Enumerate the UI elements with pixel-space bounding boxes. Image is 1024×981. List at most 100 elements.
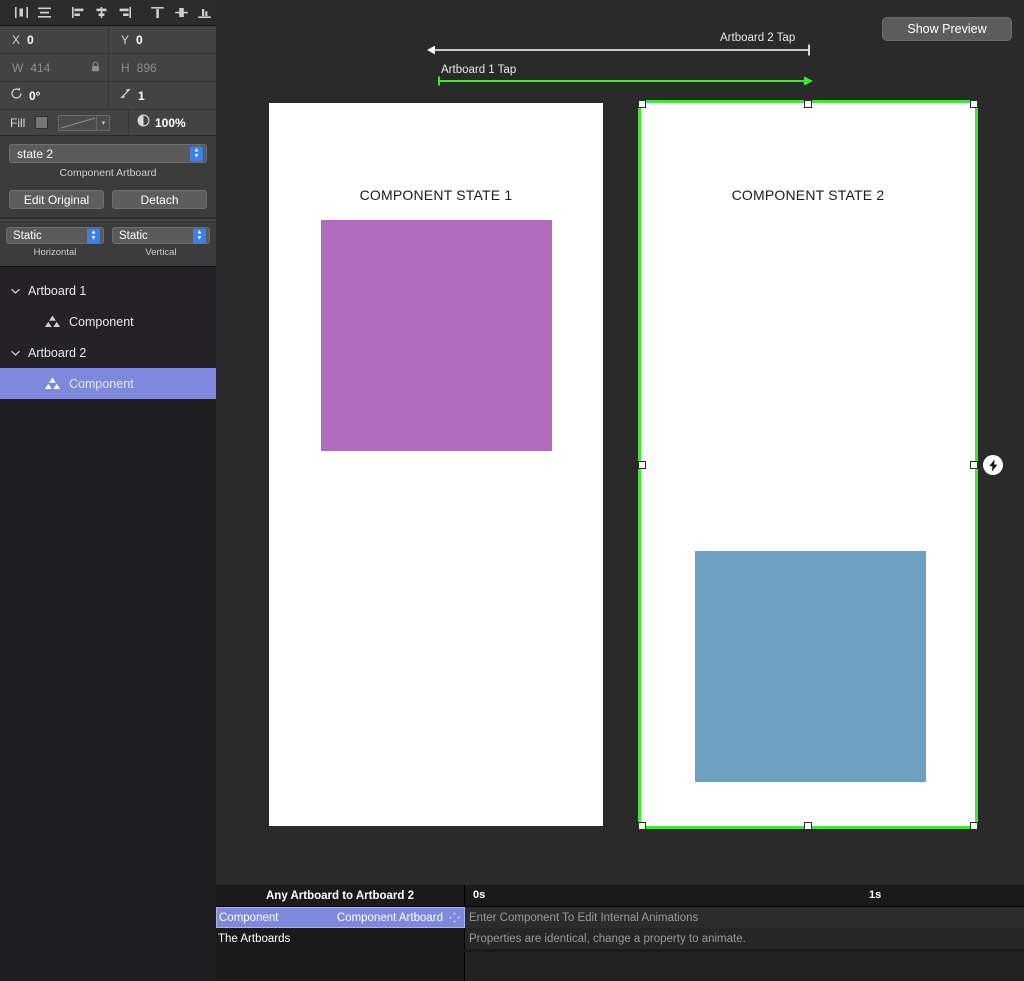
vertical-constraint-value: Static: [119, 229, 148, 242]
align-right-icon[interactable]: [113, 2, 136, 24]
corner-radius-value: 1: [138, 88, 145, 103]
opacity-control[interactable]: 100%: [128, 110, 216, 135]
layer-label-component-1: Component: [69, 314, 134, 329]
align-center-horizontal-icon[interactable]: [90, 2, 113, 24]
y-field[interactable]: Y 0: [108, 26, 216, 53]
resize-handle-middle-left[interactable]: [638, 461, 646, 469]
component-state-dropdown[interactable]: state 2 ▲ ▼: [9, 144, 207, 163]
artboard-2-canvas[interactable]: COMPONENT STATE 2: [641, 103, 975, 826]
timeline-row-artboards-message-area: Properties are identical, change a prope…: [465, 928, 1024, 949]
time-tick-end: 1s: [869, 889, 882, 901]
x-value: 0: [27, 32, 34, 47]
resize-handle-top-left[interactable]: [638, 100, 646, 108]
transition-title: Any Artboard to Artboard 2: [216, 885, 465, 906]
distribute-vertically-icon[interactable]: [33, 2, 56, 24]
resize-handle-bottom-center[interactable]: [804, 822, 812, 830]
rotation-value: 0°: [29, 88, 41, 103]
chevron-down-icon-artboard-1[interactable]: [10, 287, 28, 295]
horizontal-constraint-dropdown[interactable]: Static ▲ ▼: [6, 227, 104, 244]
chevron-down-icon: ▾: [96, 115, 109, 130]
layer-row-artboard-2[interactable]: Artboard 2: [0, 337, 216, 368]
stepper-icon-horizontal[interactable]: ▲ ▼: [87, 228, 100, 243]
fill-row: Fill ▾ 100%: [0, 110, 216, 136]
fill-controls: Fill ▾: [0, 110, 128, 135]
inspector-panel: X 0 Y 0 W 414 H 896 0° 1 Fill ▾ 100% sta…: [0, 0, 216, 981]
toolbar-divider: [57, 12, 67, 13]
fill-color-swatch[interactable]: [35, 116, 49, 129]
fill-style-dropdown[interactable]: ▾: [58, 114, 111, 131]
layer-row-component-2[interactable]: Component: [0, 368, 216, 399]
connection-label-artboard-2-tap: Artboard 2 Tap: [720, 32, 796, 44]
align-left-icon[interactable]: [66, 2, 89, 24]
x-label: X: [12, 32, 21, 47]
connection-arrow-artboard-1-tap[interactable]: [437, 76, 815, 88]
artboard-2-title: COMPONENT STATE 2: [731, 187, 885, 203]
artboard-2-rectangle[interactable]: [695, 551, 926, 782]
resize-handle-middle-right[interactable]: [970, 461, 978, 469]
fill-label: Fill: [10, 115, 26, 130]
detach-button[interactable]: Detach: [112, 190, 207, 209]
layer-row-artboard-1[interactable]: Artboard 1: [0, 275, 216, 306]
corner-radius-field[interactable]: 1: [108, 82, 216, 109]
vertical-constraint-dropdown[interactable]: Static ▲ ▼: [112, 227, 210, 244]
component-actions: Edit Original Detach: [0, 190, 216, 219]
timeline-empty-left: [216, 952, 465, 981]
canvas-area[interactable]: Show Preview Artboard 2 Tap Artboard 1 T…: [216, 0, 1024, 885]
horizontal-constraint-value: Static: [13, 229, 42, 242]
timeline-row-component-message: Enter Component To Edit Internal Animati…: [469, 911, 699, 924]
resize-handle-bottom-right[interactable]: [970, 822, 978, 830]
timeline-row-component-left[interactable]: Component Component Artboard: [216, 907, 465, 928]
align-center-vertical-icon[interactable]: [169, 2, 192, 24]
resize-handle-top-right[interactable]: [970, 100, 978, 108]
edit-original-button[interactable]: Edit Original: [9, 190, 104, 209]
timeline-header: Any Artboard to Artboard 2 0s 1s: [216, 885, 1024, 907]
align-bottom-icon[interactable]: [193, 2, 216, 24]
app-window: X 0 Y 0 W 414 H 896 0° 1 Fill ▾ 100% sta…: [0, 0, 1024, 981]
x-field[interactable]: X 0: [0, 26, 108, 53]
layer-tree: Artboard 1 Component Artboard 2 Componen…: [0, 267, 216, 399]
timeline-empty-area: [216, 952, 1024, 981]
component-state-caption: Component Artboard: [59, 167, 157, 179]
vertical-constraint: Static ▲ ▼ Vertical: [112, 227, 210, 258]
stepper-icon-vertical[interactable]: ▲ ▼: [193, 228, 206, 243]
drag-handle-icon[interactable]: [449, 912, 460, 923]
stepper-icon[interactable]: ▲ ▼: [190, 146, 203, 161]
timeline-row-component[interactable]: Component Component Artboard Enter Compo…: [216, 907, 1024, 928]
y-value: 0: [136, 32, 143, 47]
size-row: W 414 H 896: [0, 54, 216, 82]
timeline-row-component-message-area: Enter Component To Edit Internal Animati…: [465, 907, 1024, 928]
layer-label-artboard-1: Artboard 1: [28, 283, 87, 298]
distribute-horizontally-icon[interactable]: [10, 2, 33, 24]
connection-label-artboard-1-tap: Artboard 1 Tap: [441, 64, 517, 76]
rotation-icon: [10, 87, 23, 105]
timeline-ruler[interactable]: 0s 1s: [465, 885, 1024, 906]
position-row: X 0 Y 0: [0, 26, 216, 54]
align-top-icon[interactable]: [146, 2, 169, 24]
rotation-row: 0° 1: [0, 82, 216, 110]
layer-row-component-1[interactable]: Component: [0, 306, 216, 337]
rotation-field[interactable]: 0°: [0, 82, 108, 109]
artboard-1-rectangle[interactable]: [321, 220, 552, 451]
alignment-toolbar: [0, 0, 216, 26]
artboard-1-canvas[interactable]: COMPONENT STATE 1: [269, 103, 603, 826]
artboard-1-title: COMPONENT STATE 1: [359, 187, 513, 203]
lightning-bolt-icon[interactable]: [983, 455, 1003, 475]
resize-handle-top-center[interactable]: [804, 100, 812, 108]
width-value: 414: [30, 60, 51, 75]
timeline-row-artboards-left[interactable]: The Artboards: [216, 928, 465, 949]
horizontal-constraint-caption: Horizontal: [33, 247, 77, 258]
timeline-row-artboards[interactable]: The Artboards Properties are identical, …: [216, 928, 1024, 949]
lock-icon[interactable]: [91, 59, 100, 77]
show-preview-button[interactable]: Show Preview: [882, 17, 1012, 41]
constraints-section: Static ▲ ▼ Horizontal Static ▲ ▼ Vertical: [0, 219, 216, 261]
resize-handle-bottom-left[interactable]: [638, 822, 646, 830]
height-field[interactable]: H 896: [108, 54, 216, 81]
chevron-down-icon-artboard-2[interactable]: [10, 349, 28, 357]
component-icon-1: [44, 315, 61, 328]
connection-arrow-artboard-2-tap[interactable]: [426, 44, 816, 58]
toolbar-divider-2: [136, 12, 146, 13]
opacity-value: 100%: [155, 115, 186, 130]
time-tick-start: 0s: [473, 889, 486, 901]
width-field[interactable]: W 414: [0, 54, 108, 81]
opacity-icon: [137, 114, 150, 132]
